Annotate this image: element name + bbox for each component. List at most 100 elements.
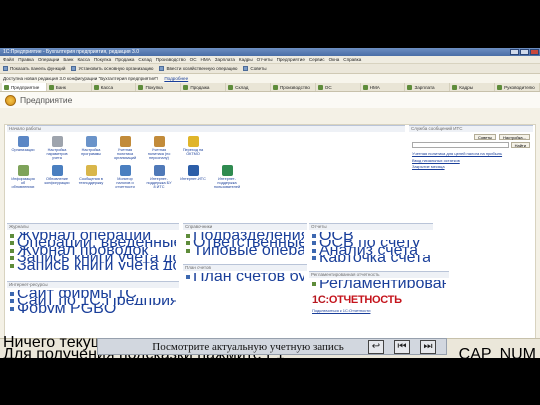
reports-panel: Отчеты ОСВОСВ по счетуАнализ счетаКарточ… <box>309 223 433 263</box>
start-icon-item[interactable]: Организации <box>9 136 37 161</box>
internet-link[interactable]: Сайт фирмы 1С <box>10 290 176 298</box>
menu-item[interactable]: Кадры <box>239 57 253 62</box>
item-icon <box>312 256 316 261</box>
tab-6[interactable]: Склад <box>226 83 271 91</box>
minimize-button[interactable] <box>510 49 519 55</box>
its-link[interactable]: Закрытие месяца <box>412 164 530 169</box>
find-button[interactable]: Найти <box>510 142 530 148</box>
details-link[interactable]: Подробнее <box>164 76 188 81</box>
start-icon-item[interactable]: Интернет-ИТС <box>179 164 207 190</box>
its-link[interactable]: Ввод начальных остатков <box>412 158 530 163</box>
menu-item[interactable]: Окна <box>329 57 340 62</box>
connect-reporting-link[interactable]: Подключиться к 1С:Отчетности <box>312 308 449 313</box>
tab-12[interactable]: Руководителю <box>495 83 540 91</box>
menu-item[interactable]: НМА <box>201 57 211 62</box>
start-icon-item[interactable]: Монитор налогов и отчетности <box>111 164 139 190</box>
menu-item[interactable]: Зарплата <box>215 57 235 62</box>
tab-1[interactable]: Предприятие <box>2 83 47 91</box>
close-button[interactable] <box>530 49 539 55</box>
menu-item[interactable]: Склад <box>138 57 151 62</box>
menu-item[interactable]: Продажа <box>115 57 134 62</box>
tab-3[interactable]: Касса <box>92 83 137 91</box>
tab-10[interactable]: Зарплата <box>405 83 451 91</box>
journals-link[interactable]: Запись книги учета доходов и расходов (И… <box>10 262 176 270</box>
menu-item[interactable]: Правка <box>18 57 34 62</box>
toolbar-button[interactable]: Ввести хозяйственную операцию <box>159 66 237 71</box>
reference-link[interactable]: Ответственные лица организаций <box>186 240 304 247</box>
its-search-input[interactable] <box>412 142 509 148</box>
toolbar-button[interactable]: Советы <box>243 66 267 71</box>
menu-item[interactable]: Операции <box>38 57 60 62</box>
tab-7[interactable]: Производство <box>271 83 316 91</box>
tab-icon <box>272 84 278 90</box>
start-icon-item[interactable]: Переход на ОКТМО <box>179 136 207 161</box>
tab-9[interactable]: НМА <box>361 83 406 91</box>
start-icon-item[interactable]: Интернет-поддержка пользователей <box>213 164 241 190</box>
reports-link[interactable]: ОСВ <box>312 232 430 240</box>
function-icon <box>187 164 199 176</box>
tab-icon <box>93 84 99 90</box>
internet-panel: Интернет-ресурсы Сайт фирмы 1ССайт по 1С… <box>7 281 179 317</box>
start-icon-item[interactable]: Обновление конфигурации <box>43 164 71 190</box>
reference-link-label: Подразделения организаций <box>193 232 304 240</box>
menu-item[interactable]: Сервис <box>309 57 325 62</box>
tab-4[interactable]: Покупка <box>136 83 182 91</box>
its-link[interactable]: Учетная политика для целей налога на при… <box>412 151 530 156</box>
start-icon-item[interactable]: Учетная политика (по персоналу) <box>145 136 173 161</box>
first-slide-icon[interactable]: ⏮ <box>394 339 410 354</box>
tab-label: ОС <box>324 84 332 90</box>
journals-link[interactable]: Журнал операций <box>10 232 176 240</box>
tab-8[interactable]: ОС <box>316 83 361 91</box>
tab-2[interactable]: Банк <box>47 83 92 91</box>
reports-link[interactable]: ОСВ по счету <box>312 240 430 248</box>
menu-item[interactable]: Предприятие <box>277 57 305 62</box>
internet-link[interactable]: Сайт по 1С:Предприятию 8 <box>10 298 176 305</box>
last-slide-icon[interactable]: ⏭ <box>420 339 436 354</box>
tab-icon <box>138 84 144 90</box>
tab-label: Касса <box>100 84 114 90</box>
internet-link[interactable]: Форум PGBO <box>10 305 176 313</box>
menu-item[interactable]: Отчеты <box>257 57 273 62</box>
function-icon <box>85 136 97 147</box>
reports-link-label: ОСВ по счету <box>319 240 420 248</box>
regulated-panel: Регламентированная отчетность Регламенти… <box>309 271 449 337</box>
maximize-button[interactable] <box>520 49 529 55</box>
toolbar-button[interactable]: Показать панель функций <box>3 66 65 71</box>
start-icon-item[interactable]: Информация об обновлениях <box>9 164 37 190</box>
reports-link-label: Карточка счета <box>319 255 430 263</box>
menu-item[interactable]: ОС <box>190 57 197 62</box>
cap-indicator: CAP <box>458 346 492 363</box>
reference-link[interactable]: Типовые операции <box>186 247 304 255</box>
page-header: Предприятие <box>0 92 540 108</box>
toolbar-button[interactable]: Установить основную организацию <box>71 66 153 71</box>
menu-item[interactable]: Касса <box>77 57 89 62</box>
plan-link[interactable]: План счетов бухгалтерского учета <box>186 273 304 281</box>
tab-11[interactable]: Кадры <box>450 83 496 91</box>
tips-button[interactable]: Советы <box>473 134 496 140</box>
tab-5[interactable]: Продажа <box>181 83 227 91</box>
start-icon-item[interactable]: Сообщения в техподдержку <box>77 164 105 190</box>
menu-item[interactable]: Покупка <box>94 57 111 62</box>
start-icon-item[interactable]: Настройка параметров учета <box>43 136 71 161</box>
return-icon[interactable]: ↩ <box>368 339 384 354</box>
journals-link[interactable]: Операции, введенные вручную <box>10 240 176 247</box>
reports-link[interactable]: Карточка счета <box>312 255 430 263</box>
menu-item[interactable]: Справка <box>343 57 361 62</box>
start-icon-item[interactable]: Настройка программы <box>77 136 105 161</box>
regulated-link[interactable]: Регламентированные отчеты <box>312 280 446 288</box>
menu-item[interactable]: Производство <box>156 57 186 62</box>
reports-link[interactable]: Анализ счета <box>312 247 430 255</box>
reference-link[interactable]: Подразделения организаций <box>186 232 304 240</box>
tab-icon <box>317 84 323 90</box>
settings-button[interactable]: Настройка... <box>498 134 530 140</box>
menu-item[interactable]: Банк <box>63 57 73 62</box>
tab-icon <box>407 84 413 90</box>
tab-label: Производство <box>279 84 310 90</box>
start-icon-item[interactable]: Учетная политика организаций <box>111 136 139 161</box>
menu-item[interactable]: Файл <box>3 57 14 62</box>
start-icon-item[interactable]: Интернет-поддержка БУ 8 ИТС <box>145 164 173 190</box>
journals-link[interactable]: Журнал проводок <box>10 247 176 255</box>
journals-link[interactable]: Запись книги учета доходов и расходов (У… <box>10 255 176 262</box>
otchetnost-logo[interactable]: 1С:ОТЧЕТНОСТЬ <box>312 294 446 306</box>
function-icon <box>187 136 199 147</box>
